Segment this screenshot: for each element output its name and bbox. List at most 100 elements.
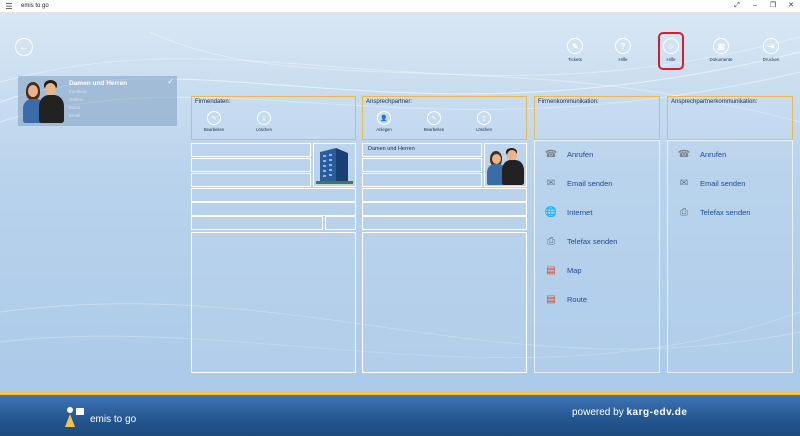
contact-fax-label: Telefax senden — [700, 207, 751, 217]
help-button[interactable]: ? Hilfe — [608, 38, 638, 62]
company-fax-action[interactable]: ⎙ Telefax senden — [540, 234, 617, 248]
firmenkommunikation-list — [534, 140, 660, 373]
firmendaten-delete-label: Löschen — [256, 127, 272, 132]
powered-brand: karg-edv.de — [626, 407, 688, 418]
powered-prefix: powered by — [572, 407, 627, 418]
contact-call-action[interactable]: ☎ Anrufen — [673, 147, 727, 161]
ansprechpartner-delete-button[interactable]: ▯ Löschen — [470, 111, 498, 132]
face-icon: ☺ — [663, 38, 679, 54]
print-icon: ⇥ — [763, 38, 779, 54]
contact-email-field[interactable] — [362, 216, 527, 230]
contact-notes-area[interactable] — [362, 232, 527, 373]
company-internet-action[interactable]: 🌐 Internet — [540, 205, 593, 219]
fax-icon: ⎙ — [547, 235, 555, 247]
contact-fax-action[interactable]: ⎙ Telefax senden — [673, 205, 750, 219]
contact-call-label: Anrufen — [700, 149, 727, 159]
ansprechpartner-panel: Ansprechpartner: 👤 Anlegen ✎ Bearbeiten … — [362, 96, 527, 140]
window-title: emis to go — [21, 3, 49, 9]
company-route-label: Route — [567, 294, 588, 304]
fax-icon: ⎙ — [680, 206, 688, 218]
ticket-icon: ✎ — [567, 38, 583, 54]
company-image — [313, 143, 356, 187]
help-icon: ? — [615, 38, 631, 54]
contact-name-field[interactable]: Damen und Herren — [362, 143, 482, 157]
company-call-label: Anrufen — [567, 149, 594, 159]
back-button[interactable]: ← — [15, 38, 33, 56]
firmendaten-edit-button[interactable]: ✎ Bearbeiten — [200, 111, 228, 132]
contact-title-field[interactable] — [362, 173, 482, 187]
contact-mobile: Mobil — [69, 105, 80, 110]
mail-icon: ✉ — [546, 177, 556, 189]
company-internet-label: Internet — [567, 207, 593, 217]
contact-firstname-field[interactable] — [362, 158, 482, 172]
company-route-action[interactable]: ▤ Route — [540, 292, 587, 306]
company-email-action[interactable]: ✉ Email senden — [540, 176, 613, 190]
contact-mobile-field[interactable] — [362, 202, 527, 216]
ansprechpartnerkommunikation-title: Ansprechpartnerkommunikation: — [671, 99, 758, 105]
title-bar: ☰ emis to go ⤢ – ❐ ✕ — [0, 0, 800, 13]
company-notes-area[interactable] — [191, 232, 356, 373]
trash-icon: ▯ — [257, 111, 271, 125]
ansprechpartner-add-label: Anlegen — [376, 127, 392, 132]
trash-icon: ▯ — [477, 111, 491, 125]
building-icon — [316, 148, 353, 184]
firmenkommunikation-panel: Firmenkommunikation: — [534, 96, 660, 140]
help-label: Hilfe — [618, 57, 628, 62]
company-name-field[interactable] — [191, 143, 311, 157]
close-button[interactable]: ✕ — [782, 0, 800, 12]
company-call-action[interactable]: ☎ Anrufen — [540, 147, 594, 161]
country-field[interactable] — [191, 202, 356, 216]
documents-button[interactable]: ▥ Dokumente — [706, 38, 736, 62]
contact-card[interactable]: Damen und Herren Funktion Telefon Mobil … — [18, 76, 177, 126]
toolbar: ✎ Tickets ? Hilfe ☺ Hilfe ▥ Dokumente ⇥ … — [560, 32, 790, 70]
route-icon: ▤ — [546, 293, 556, 305]
company-name2-field[interactable] — [191, 158, 311, 172]
hamburger-icon[interactable]: ☰ — [3, 2, 15, 11]
ansprechpartner-delete-label: Löschen — [476, 127, 492, 132]
print-button[interactable]: ⇥ Drucken — [756, 38, 786, 62]
emis-logo-icon — [65, 407, 84, 427]
contact-email-action[interactable]: ✉ Email senden — [673, 176, 746, 190]
city-field[interactable] — [191, 216, 323, 230]
firmenkommunikation-title: Firmenkommunikation: — [538, 99, 599, 105]
pencil-icon: ✎ — [207, 111, 221, 125]
mail-icon: ✉ — [679, 177, 689, 189]
ansprechpartner-add-button[interactable]: 👤 Anlegen — [370, 111, 398, 132]
zip-field[interactable] — [325, 216, 356, 230]
ansprechpartnerkommunikation-panel: Ansprechpartnerkommunikation: — [667, 96, 793, 140]
contact-email-label: Email senden — [700, 178, 746, 188]
company-fax-label: Telefax senden — [567, 236, 618, 246]
contact-avatar — [22, 78, 66, 124]
company-map-action[interactable]: ▤ Map — [540, 263, 582, 277]
tickets-label: Tickets — [567, 57, 583, 62]
company-email-label: Email senden — [567, 178, 613, 188]
map-icon: ▤ — [546, 264, 556, 276]
phone-icon: ☎ — [544, 148, 558, 160]
fullscreen-button[interactable]: ⤢ — [728, 0, 746, 12]
contact-phone: Telefon — [69, 97, 84, 102]
app-name: emis to go — [90, 414, 137, 425]
add-person-icon: 👤 — [377, 111, 391, 125]
contact-name: Damen und Herren — [69, 80, 128, 87]
ansprechpartner-title: Ansprechpartner: — [366, 99, 413, 105]
contact-phone-field[interactable] — [362, 188, 527, 202]
ansprechpartner-edit-button[interactable]: ✎ Bearbeiten — [420, 111, 448, 132]
company-map-label: Map — [567, 265, 582, 275]
arrow-left-icon: ← — [18, 41, 30, 53]
tickets-button[interactable]: ✎ Tickets — [560, 38, 590, 62]
help-face-label: Hilfe — [666, 57, 676, 62]
contact-image — [484, 143, 527, 187]
minimize-button[interactable]: – — [746, 0, 764, 12]
restore-button[interactable]: ❐ — [764, 0, 782, 12]
phone-icon: ☎ — [677, 148, 691, 160]
contact-function: Funktion — [69, 89, 87, 94]
check-icon: ✓ — [167, 77, 174, 86]
street-field[interactable] — [191, 188, 356, 202]
firmendaten-delete-button[interactable]: ▯ Löschen — [250, 111, 278, 132]
help-face-button[interactable]: ☺ Hilfe — [658, 32, 684, 70]
company-name3-field[interactable] — [191, 173, 311, 187]
pencil-icon: ✎ — [427, 111, 441, 125]
firmendaten-title: Firmendaten: — [195, 99, 231, 105]
print-label: Drucken — [762, 57, 780, 62]
documents-label: Dokumente — [709, 57, 733, 62]
